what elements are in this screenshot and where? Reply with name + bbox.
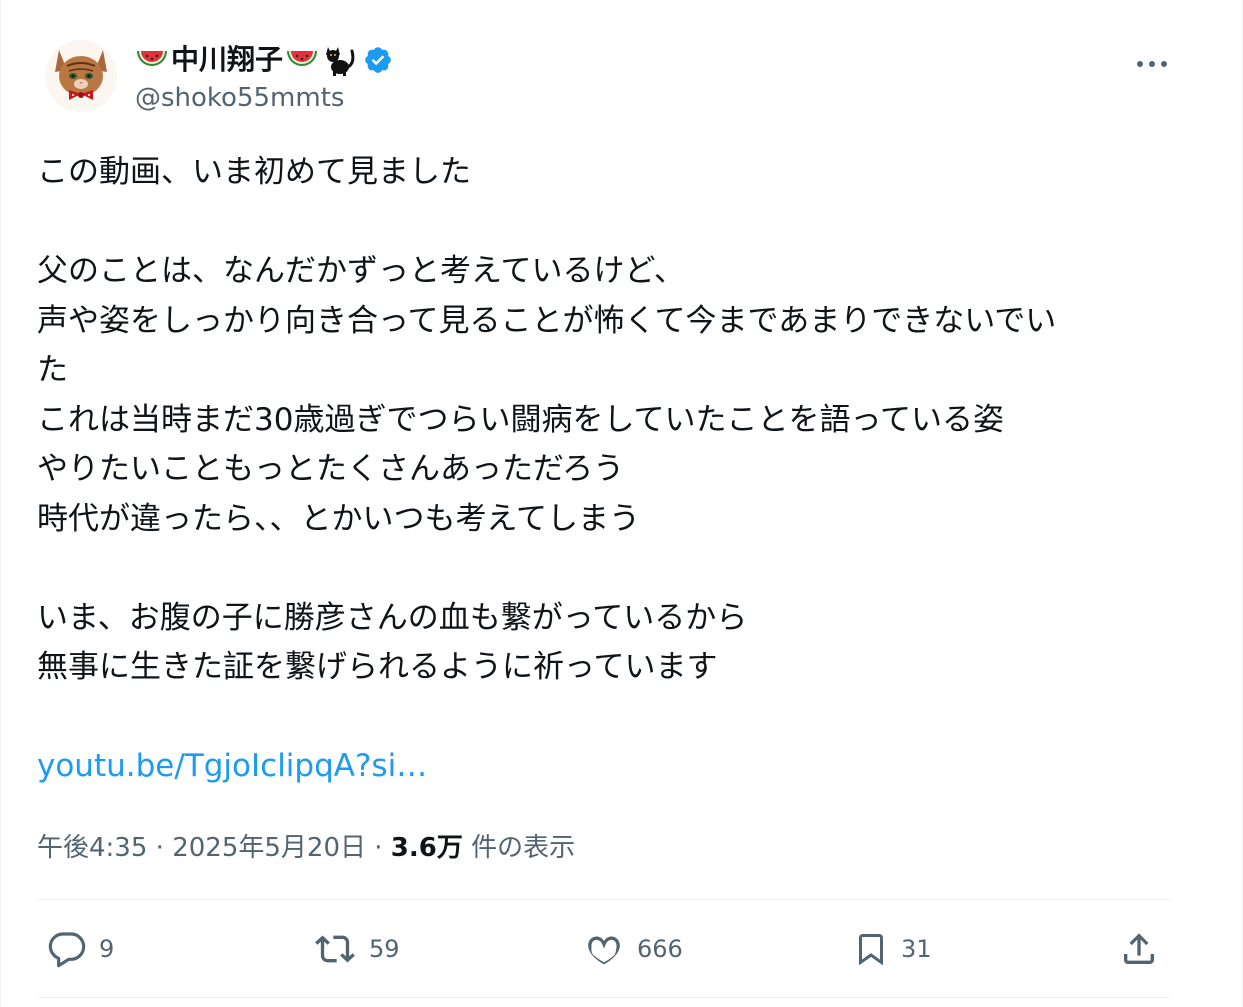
reply-icon — [48, 932, 86, 968]
tweet-text-line: 時代が違ったら、、とかいつも考えてしまう — [37, 500, 640, 537]
tweet-date[interactable]: 2025年5月20日 — [172, 833, 366, 863]
author-display-name: 中川翔子 — [171, 43, 284, 76]
like-button[interactable]: 666 — [583, 921, 683, 977]
author-handle[interactable]: @shoko55mmts — [135, 80, 393, 116]
share-button[interactable] — [1119, 921, 1159, 977]
tweet-text-line — [37, 198, 1177, 248]
tweet-text-line: この動画、いま初めて見ました — [37, 154, 471, 190]
bookmark-button[interactable]: 31 — [853, 921, 932, 977]
tweet-text-line: 声や姿をしっかり向き合って見ることが怖くて今まであまりできないでい — [37, 302, 1057, 339]
more-options-button[interactable] — [1132, 44, 1172, 84]
views-count[interactable]: 3.6万 — [391, 833, 463, 863]
divider — [37, 997, 1170, 998]
heart-icon — [588, 936, 620, 965]
meta-separator: · — [365, 833, 391, 863]
tweet-link[interactable]: youtu.be/TgjoIclipqA?si… — [37, 748, 427, 784]
tweet-text-line: いま、お腹の子に勝彦さんの血も繋がっているから — [37, 599, 748, 636]
tweet-time[interactable]: 午後4:35 — [37, 833, 147, 863]
divider — [37, 899, 1170, 900]
tweet-text-line: 父のことは、なんだかずっと考えているけど、 — [37, 253, 685, 289]
cat-avatar-image — [45, 40, 117, 112]
tweet-card: 中川翔子 @shoko55mmts この動画、いま初めて見ました 父のことは、な… — [0, 0, 1243, 1007]
tweet-text-line: 無事に生きた証を繋げられるように祈っています — [37, 649, 718, 685]
repost-button[interactable]: 59 — [313, 921, 400, 977]
verified-badge-icon[interactable] — [363, 45, 393, 75]
repost-count: 59 — [369, 935, 400, 963]
tweet-text-line — [37, 693, 1177, 743]
reply-button[interactable]: 9 — [47, 921, 114, 977]
watermelon-icon — [135, 45, 169, 75]
avatar[interactable] — [45, 40, 117, 112]
tweet-header: 中川翔子 @shoko55mmts — [45, 40, 1172, 116]
tweet-text-line — [37, 544, 1177, 594]
tweet-text-line: た — [37, 352, 68, 388]
watermelon-icon — [285, 45, 319, 75]
bookmark-icon — [859, 934, 883, 966]
views-label: 件の表示 — [462, 833, 576, 863]
tweet-text-line: やりたいこともっとたくさんあっただろう — [37, 451, 625, 487]
repost-icon — [315, 935, 355, 963]
share-icon — [1124, 933, 1154, 964]
bookmark-count: 31 — [901, 935, 932, 963]
tweet-meta: 午後4:35 · 2025年5月20日 · 3.6万 件の表示 — [37, 826, 575, 870]
author-identity: 中川翔子 @shoko55mmts — [135, 40, 393, 116]
more-dots-icon — [1137, 61, 1167, 67]
author-name-row[interactable]: 中川翔子 — [135, 40, 393, 80]
like-count: 666 — [637, 935, 683, 963]
tweet-text: この動画、いま初めて見ました 父のことは、なんだかずっと考えているけど、 声や姿… — [37, 148, 1177, 792]
tweet-actions: 9 59 666 31 — [37, 921, 1170, 977]
tweet-text-line: これは当時まだ30歳過ぎでつらい闘病をしていたことを語っている姿 — [37, 401, 1004, 438]
reply-count: 9 — [99, 935, 115, 963]
meta-separator: · — [147, 833, 173, 863]
black-cat-icon — [323, 43, 357, 77]
